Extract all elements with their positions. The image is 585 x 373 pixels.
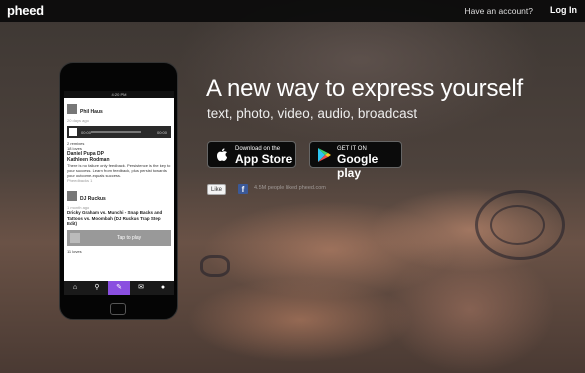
page-background: pheed Have an account? Log In A new way … bbox=[0, 0, 585, 373]
pheedback-count[interactable]: Pheedbacks 1 bbox=[67, 178, 171, 183]
avatar bbox=[67, 190, 77, 201]
tap-to-play-label: Tap to play bbox=[117, 234, 142, 241]
profile-icon[interactable]: ● bbox=[152, 281, 174, 295]
feed-post: Phil Haus 20 days ago 00:00 00:00 2 remi… bbox=[64, 98, 174, 185]
app-store-label: App Store bbox=[235, 152, 293, 166]
post-title: Dricky Graham vs. Munchi - Snap Backs an… bbox=[67, 210, 163, 226]
tattoo-decoration bbox=[200, 255, 230, 277]
like-button[interactable]: Like bbox=[207, 184, 227, 195]
avatar bbox=[67, 103, 77, 114]
phone-tab-bar: ⌂ ⚲ ✎ ✉ ● bbox=[64, 281, 174, 295]
player-progress[interactable] bbox=[91, 131, 141, 133]
google-play-button[interactable]: GET IT ON Google play bbox=[309, 141, 402, 180]
pheed-logo[interactable]: pheed bbox=[7, 3, 44, 18]
search-icon[interactable]: ⚲ bbox=[86, 281, 108, 295]
player-time-right: 00:00 bbox=[156, 130, 167, 135]
pause-icon[interactable] bbox=[69, 128, 77, 136]
phone-home-button bbox=[110, 303, 126, 315]
post-loves: 11 loves bbox=[67, 248, 82, 254]
app-store-button[interactable]: Download on the App Store bbox=[207, 141, 296, 168]
player-time-left: 00:00 bbox=[81, 130, 92, 135]
post-author: DJ Ruckus bbox=[80, 196, 106, 202]
audio-player[interactable]: 00:00 00:00 bbox=[67, 126, 171, 138]
phone-mockup: 4:20 PM Phil Haus 20 days ago 00:00 00:0… bbox=[59, 62, 178, 320]
play-icon bbox=[70, 232, 80, 243]
comment-text: There is no failure only feedback. Persi… bbox=[67, 163, 171, 178]
like-count-text: 4.5M people liked pheed.com bbox=[254, 185, 326, 191]
post-time: 20 days ago bbox=[67, 118, 89, 123]
facebook-icon[interactable]: f bbox=[238, 184, 248, 194]
post-author: Phil Haus bbox=[80, 109, 103, 115]
top-navigation-bar: pheed Have an account? Log In bbox=[0, 0, 585, 22]
google-play-icon bbox=[318, 148, 331, 162]
home-icon[interactable]: ⌂ bbox=[64, 281, 86, 295]
tap-to-play-button[interactable]: Tap to play bbox=[67, 229, 171, 246]
tattoo-decoration bbox=[490, 205, 545, 245]
apple-icon bbox=[217, 148, 227, 161]
google-play-label: Google play bbox=[337, 152, 379, 180]
phone-status-bar: 4:20 PM bbox=[64, 91, 174, 98]
hero-subline: text, photo, video, audio, broadcast bbox=[207, 106, 418, 121]
phone-screen: 4:20 PM Phil Haus 20 days ago 00:00 00:0… bbox=[64, 91, 174, 295]
hero-headline: A new way to express yourself bbox=[206, 75, 524, 102]
pheed-icon[interactable]: ✎ bbox=[108, 281, 130, 295]
account-prompt: Have an account? bbox=[464, 6, 533, 16]
login-link[interactable]: Log In bbox=[550, 5, 577, 15]
feed-post: DJ Ruckus 1 month ago Dricky Graham vs. … bbox=[64, 185, 174, 256]
chat-icon[interactable]: ✉ bbox=[130, 281, 152, 295]
